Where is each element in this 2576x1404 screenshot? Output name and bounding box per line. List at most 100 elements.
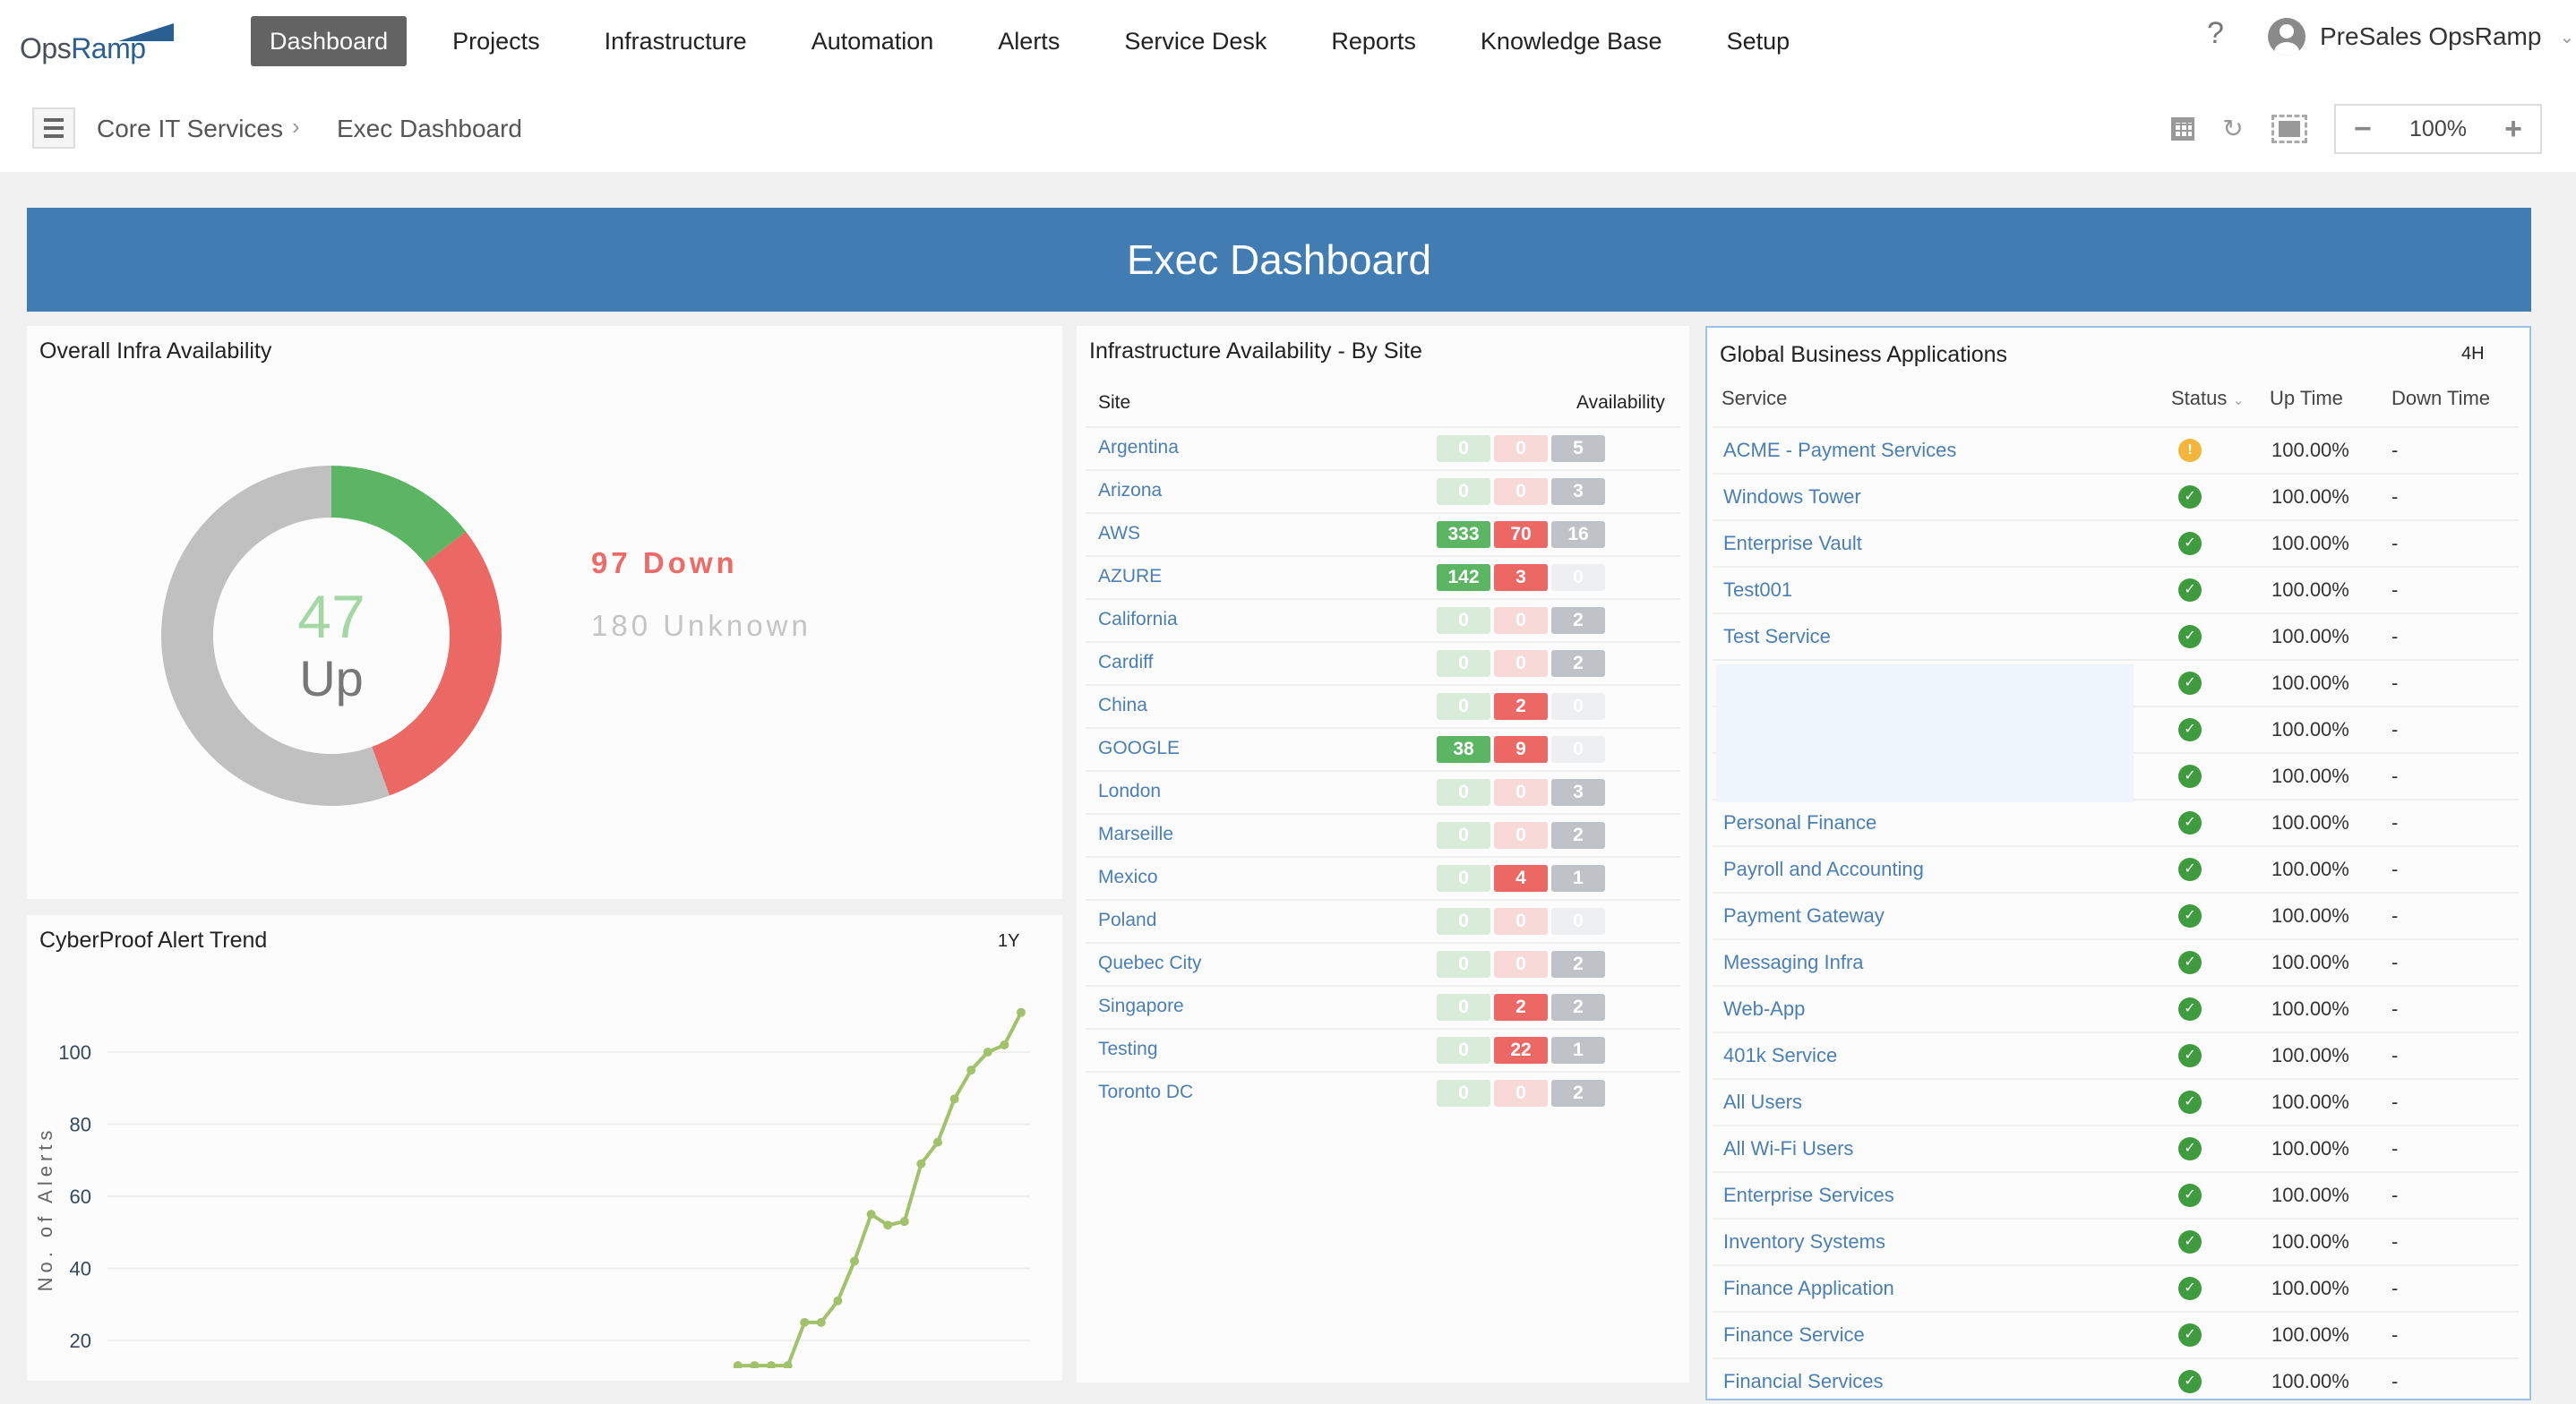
nav-reports[interactable]: Reports: [1312, 16, 1435, 66]
zoom-in-button[interactable]: +: [2504, 112, 2522, 147]
site-unknown-count[interactable]: 2: [1551, 1080, 1605, 1107]
trend-point[interactable]: [899, 1217, 909, 1227]
site-unknown-count[interactable]: 2: [1551, 822, 1605, 849]
calendar-icon[interactable]: [2171, 117, 2194, 141]
site-unknown-count[interactable]: 16: [1551, 521, 1605, 548]
site-up-count[interactable]: 0: [1437, 994, 1490, 1021]
site-unknown-count[interactable]: 3: [1551, 478, 1605, 505]
site-down-count[interactable]: 0: [1494, 607, 1548, 634]
application-name-link[interactable]: Finance Application: [1723, 1277, 1894, 1300]
site-name-link[interactable]: GOOGLE: [1098, 738, 1180, 759]
trend-point[interactable]: [816, 1317, 826, 1327]
trend-point[interactable]: [966, 1066, 976, 1075]
trend-point[interactable]: [916, 1159, 926, 1169]
site-unknown-count[interactable]: 2: [1551, 607, 1605, 634]
application-name-link[interactable]: All Users: [1723, 1091, 1802, 1114]
refresh-icon[interactable]: ↻: [2220, 116, 2246, 142]
nav-knowledge-base[interactable]: Knowledge Base: [1462, 16, 1681, 66]
site-unknown-count[interactable]: 0: [1551, 736, 1605, 763]
site-down-count[interactable]: 0: [1494, 908, 1548, 935]
site-down-count[interactable]: 0: [1494, 779, 1548, 806]
nav-automation[interactable]: Automation: [793, 16, 953, 66]
trend-point[interactable]: [850, 1256, 859, 1266]
site-name-link[interactable]: Testing: [1098, 1039, 1158, 1060]
application-name-link[interactable]: Messaging Infra: [1723, 951, 1864, 974]
sidebar-toggle-button[interactable]: [32, 107, 75, 149]
trend-point[interactable]: [933, 1137, 942, 1147]
site-name-link[interactable]: Cardiff: [1098, 652, 1153, 673]
trend-point[interactable]: [883, 1220, 893, 1230]
site-up-count[interactable]: 0: [1437, 693, 1490, 720]
site-up-count[interactable]: 0: [1437, 908, 1490, 935]
user-menu[interactable]: PreSales OpsRamp ⌄: [2268, 18, 2574, 56]
trend-point[interactable]: [949, 1094, 959, 1104]
site-up-count[interactable]: 0: [1437, 822, 1490, 849]
trend-point[interactable]: [983, 1048, 992, 1057]
site-unknown-count[interactable]: 1: [1551, 865, 1605, 892]
site-up-count[interactable]: 142: [1437, 564, 1490, 591]
application-name-link[interactable]: Finance Service: [1723, 1323, 1865, 1347]
nav-service-desk[interactable]: Service Desk: [1105, 16, 1285, 66]
site-up-count[interactable]: 0: [1437, 1037, 1490, 1064]
trend-point[interactable]: [1017, 1007, 1026, 1017]
site-up-count[interactable]: 0: [1437, 607, 1490, 634]
site-down-count[interactable]: 3: [1494, 564, 1548, 591]
unknown-count-label[interactable]: 180 Unknown: [591, 609, 811, 643]
site-name-link[interactable]: Arizona: [1098, 480, 1162, 501]
trend-point[interactable]: [767, 1361, 776, 1370]
site-name-link[interactable]: Mexico: [1098, 867, 1158, 888]
site-name-link[interactable]: Marseille: [1098, 824, 1173, 845]
site-down-count[interactable]: 22: [1494, 1037, 1548, 1064]
site-up-count[interactable]: 0: [1437, 779, 1490, 806]
site-down-count[interactable]: 2: [1494, 994, 1548, 1021]
help-icon[interactable]: ?: [2207, 16, 2224, 51]
site-name-link[interactable]: California: [1098, 609, 1178, 630]
site-down-count[interactable]: 0: [1494, 435, 1548, 462]
site-name-link[interactable]: AZURE: [1098, 566, 1162, 587]
site-unknown-count[interactable]: 0: [1551, 908, 1605, 935]
nav-alerts[interactable]: Alerts: [979, 16, 1078, 66]
nav-dashboard[interactable]: Dashboard: [251, 16, 408, 66]
site-unknown-count[interactable]: 3: [1551, 779, 1605, 806]
trend-point[interactable]: [1000, 1040, 1009, 1049]
site-up-count[interactable]: 0: [1437, 951, 1490, 978]
application-name-link[interactable]: Test001: [1723, 578, 1792, 602]
site-unknown-count[interactable]: 5: [1551, 435, 1605, 462]
site-down-count[interactable]: 0: [1494, 1080, 1548, 1107]
site-down-count[interactable]: 0: [1494, 822, 1548, 849]
site-down-count[interactable]: 70: [1494, 521, 1548, 548]
application-name-link[interactable]: All Wi-Fi Users: [1723, 1137, 1853, 1160]
column-header-site[interactable]: Site: [1098, 392, 1130, 414]
column-header-uptime[interactable]: Up Time: [2270, 387, 2343, 410]
site-name-link[interactable]: Singapore: [1098, 996, 1184, 1017]
site-down-count[interactable]: 0: [1494, 650, 1548, 677]
site-unknown-count[interactable]: 2: [1551, 951, 1605, 978]
site-down-count[interactable]: 9: [1494, 736, 1548, 763]
site-up-count[interactable]: 0: [1437, 650, 1490, 677]
application-name-link[interactable]: Web-App: [1723, 997, 1805, 1021]
site-name-link[interactable]: Quebec City: [1098, 953, 1202, 974]
zoom-out-button[interactable]: −: [2354, 112, 2372, 147]
site-unknown-count[interactable]: 0: [1551, 693, 1605, 720]
application-name-link[interactable]: Windows Tower: [1723, 485, 1861, 509]
trend-point[interactable]: [833, 1296, 843, 1306]
site-up-count[interactable]: 333: [1437, 521, 1490, 548]
site-up-count[interactable]: 0: [1437, 1080, 1490, 1107]
application-name-link[interactable]: Test Service: [1723, 625, 1831, 648]
application-name-link[interactable]: ACME - Payment Services: [1723, 439, 1956, 462]
site-down-count[interactable]: 0: [1494, 478, 1548, 505]
trend-point[interactable]: [733, 1361, 743, 1370]
breadcrumb-core-it-services[interactable]: Core IT Services: [97, 115, 283, 143]
application-name-link[interactable]: Payroll and Accounting: [1723, 858, 1924, 881]
site-unknown-count[interactable]: 2: [1551, 650, 1605, 677]
site-name-link[interactable]: Poland: [1098, 910, 1156, 931]
down-count-label[interactable]: 97 Down: [591, 546, 738, 580]
fit-to-screen-icon[interactable]: [2271, 115, 2307, 143]
trend-point[interactable]: [800, 1317, 810, 1327]
site-name-link[interactable]: London: [1098, 781, 1161, 802]
site-up-count[interactable]: 0: [1437, 865, 1490, 892]
column-header-downtime[interactable]: Down Time: [2391, 387, 2490, 410]
trend-point[interactable]: [750, 1361, 760, 1370]
nav-projects[interactable]: Projects: [434, 16, 559, 66]
site-name-link[interactable]: AWS: [1098, 523, 1140, 544]
